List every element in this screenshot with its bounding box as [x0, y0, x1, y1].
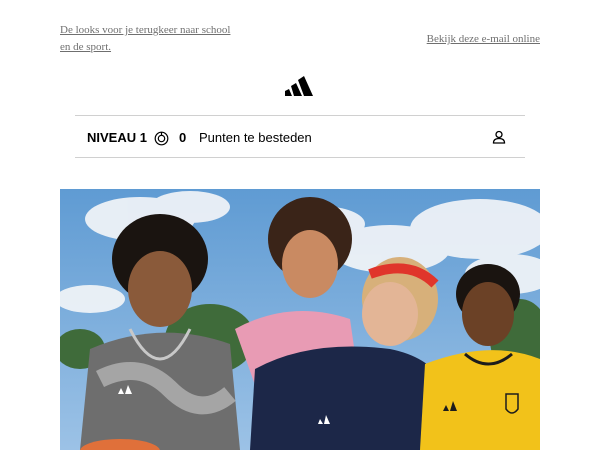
user-account-icon[interactable] — [492, 130, 506, 144]
points-label: Punten te besteden — [199, 130, 312, 145]
loyalty-level: NIVEAU 1 — [87, 130, 147, 145]
loyalty-bar: NIVEAU 1 0 Punten te besteden — [75, 115, 525, 158]
points-value: 0 — [179, 130, 187, 145]
preheader-link[interactable]: De looks voor je terugkeer naar school e… — [60, 22, 240, 56]
hero-image[interactable] — [60, 189, 540, 450]
adidas-logo-icon[interactable] — [284, 76, 316, 96]
points-icon — [154, 131, 169, 146]
view-online-link[interactable]: Bekijk deze e-mail online — [427, 32, 540, 46]
